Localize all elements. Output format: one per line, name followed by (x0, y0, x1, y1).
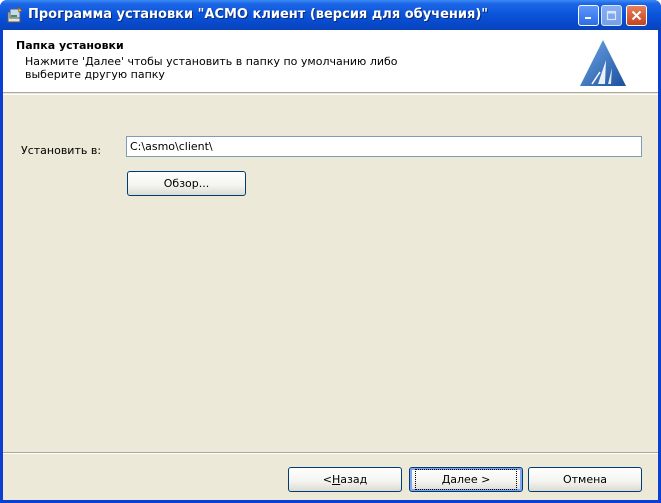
install-path-input[interactable] (126, 136, 642, 157)
browse-button[interactable]: Обзор... (127, 171, 246, 196)
back-button-label: азад (340, 473, 368, 486)
back-button-mnemonic: Н (332, 473, 341, 486)
close-icon (631, 10, 642, 21)
page-description: Нажмите 'Далее' чтобы установить в папку… (25, 55, 398, 81)
installer-app-icon (7, 6, 23, 23)
next-button[interactable]: Далее > (409, 467, 523, 492)
close-button[interactable] (626, 5, 647, 26)
next-button-label: алее > (450, 473, 491, 486)
dialog-header: Папка установки Нажмите 'Далее' чтобы ус… (3, 30, 658, 93)
cancel-button[interactable]: Отмена (528, 467, 642, 492)
header-divider (3, 94, 658, 95)
asmo-logo-icon (580, 40, 626, 86)
title-bar[interactable]: Программа установки "АСМО клиент (версия… (0, 0, 661, 30)
page-title: Папка установки (16, 39, 124, 52)
window-title: Программа установки "АСМО клиент (версия… (28, 7, 489, 22)
footer-divider (3, 452, 658, 454)
dialog-client-area: Папка установки Нажмите 'Далее' чтобы ус… (3, 30, 658, 500)
minimize-button[interactable] (578, 5, 599, 26)
next-button-mnemonic: Д (441, 473, 451, 486)
maximize-button[interactable] (601, 5, 622, 26)
maximize-icon (606, 10, 617, 21)
next-button-focus: Далее > (414, 469, 518, 490)
back-button[interactable]: < Назад (288, 467, 402, 492)
install-location-label: Установить в: (21, 144, 102, 157)
back-button-prefix: < (322, 473, 332, 486)
installer-window: Программа установки "АСМО клиент (версия… (0, 0, 661, 503)
minimize-icon (585, 17, 591, 19)
